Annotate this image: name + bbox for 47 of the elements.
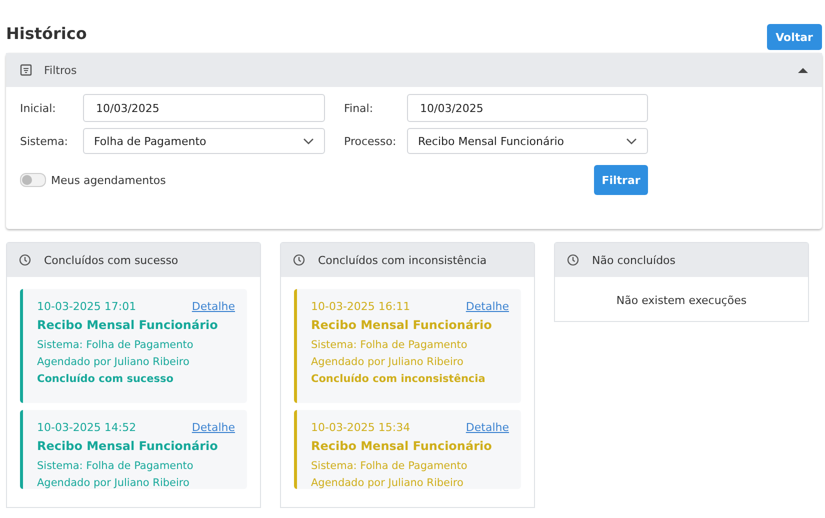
date-field[interactable]: 10/03/2025 <box>407 94 648 122</box>
card-system: Sistema: Folha de Pagamento <box>37 460 194 472</box>
date-field[interactable]: 10/03/2025 <box>83 94 325 122</box>
detail-link[interactable]: Detalhe <box>466 421 509 434</box>
collapse-caret-icon[interactable] <box>798 68 808 72</box>
filter-button[interactable]: Filtrar <box>594 165 648 195</box>
field-label: Processo: <box>344 134 398 148</box>
empty-message: Não existem execuções <box>616 294 747 307</box>
detail-link[interactable]: Detalhe <box>466 300 509 313</box>
card-process: Recibo Mensal Funcionário <box>311 438 493 455</box>
card-status: Concluído com inconsistência <box>311 373 486 385</box>
clock-icon <box>293 254 305 266</box>
clock-icon <box>19 254 31 266</box>
column-title: Não concluídos <box>592 254 676 266</box>
select-field[interactable]: Folha de Pagamento <box>83 128 325 154</box>
chevron-down-icon <box>303 138 314 144</box>
card-scheduled-by: Agendado por Juliano Ribeiro <box>311 477 464 489</box>
card-scheduled-by: Agendado por Juliano Ribeiro <box>311 356 464 368</box>
card-datetime: 10-03-2025 15:34 <box>311 421 410 434</box>
toggle-label: Meus agendamentos <box>51 174 166 186</box>
back-button[interactable]: Voltar <box>766 24 822 50</box>
card-process: Recibo Mensal Funcionário <box>37 438 219 455</box>
detail-link[interactable]: Detalhe <box>192 300 235 313</box>
card-system: Sistema: Folha de Pagamento <box>311 339 468 351</box>
filter-icon <box>20 64 32 76</box>
card-datetime: 10-03-2025 16:11 <box>311 300 410 313</box>
card-scheduled-by: Agendado por Juliano Ribeiro <box>37 356 190 368</box>
chevron-down-icon <box>626 138 637 144</box>
page-title: Histórico <box>6 24 87 43</box>
column-title: Concluídos com sucesso <box>44 254 178 266</box>
card-system: Sistema: Folha de Pagamento <box>311 460 468 472</box>
clock-icon <box>567 254 579 266</box>
card-datetime: 10-03-2025 17:01 <box>37 300 136 313</box>
toggle-switch[interactable] <box>20 173 46 187</box>
field-label: Final: <box>344 102 374 114</box>
card-datetime: 10-03-2025 14:52 <box>37 421 136 434</box>
card-process: Recibo Mensal Funcionário <box>311 317 493 334</box>
select-field[interactable]: Recibo Mensal Funcionário <box>407 128 648 154</box>
card-status: Concluído com sucesso <box>37 373 174 385</box>
filter-title: Filtros <box>44 64 78 76</box>
column-title: Concluídos com inconsistência <box>318 254 487 266</box>
detail-link[interactable]: Detalhe <box>192 421 235 434</box>
field-label: Sistema: <box>20 134 70 148</box>
card-process: Recibo Mensal Funcionário <box>37 317 219 334</box>
card-scheduled-by: Agendado por Juliano Ribeiro <box>37 477 190 489</box>
card-system: Sistema: Folha de Pagamento <box>37 339 194 351</box>
field-label: Inicial: <box>20 102 57 114</box>
